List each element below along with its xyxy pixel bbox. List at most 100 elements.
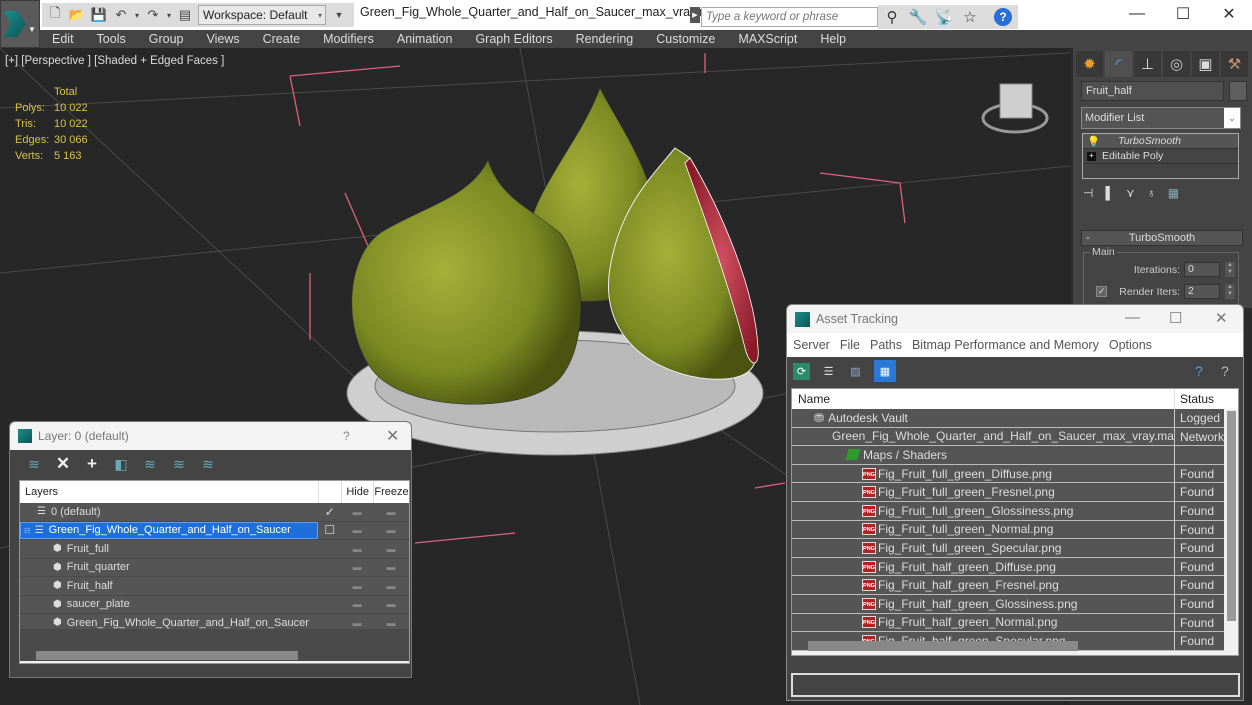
star-icon[interactable]: ☆: [960, 8, 980, 26]
horizontal-scrollbar[interactable]: [808, 641, 1078, 651]
binoculars-icon[interactable]: ⚲: [882, 8, 902, 26]
refresh-icon[interactable]: ⟳: [793, 362, 810, 380]
select-layer-icon[interactable]: ≋: [141, 456, 159, 473]
lightbulb-icon[interactable]: 💡: [1087, 135, 1100, 148]
new-layer-icon[interactable]: ≋: [25, 456, 43, 473]
configure-sets-icon[interactable]: ▦: [1168, 186, 1179, 200]
table-view-icon[interactable]: ▦: [874, 360, 896, 382]
menu-server[interactable]: Server: [793, 338, 830, 352]
key-icon[interactable]: 🔧: [908, 8, 928, 26]
object-row[interactable]: ⬢ Fruit_quarter ▬ ▬: [20, 559, 409, 577]
object-row[interactable]: ⬢ Fruit_full ▬ ▬: [20, 540, 409, 559]
hide-toggle[interactable]: ▬: [341, 507, 373, 517]
hide-toggle[interactable]: ▬: [341, 581, 373, 591]
object-row[interactable]: ⬢ saucer_plate ▬ ▬: [20, 596, 409, 614]
freeze-toggle[interactable]: ▬: [373, 618, 409, 628]
window-title-bar[interactable]: Layer: 0 (default) ? ✕: [10, 422, 411, 450]
view-cube[interactable]: [981, 83, 1049, 134]
current-checkbox-icon[interactable]: ☐: [318, 523, 341, 537]
tab-display[interactable]: ▣: [1192, 51, 1219, 77]
menu-bitmap-performance[interactable]: Bitmap Performance and Memory: [912, 338, 1099, 352]
column-status[interactable]: Status: [1174, 389, 1224, 409]
asset-row[interactable]: Green_Fig_Whole_Quarter_and_Half_on_Sauc…: [792, 427, 1224, 447]
object-row[interactable]: ⬢ Fruit_half ▬ ▬: [20, 577, 409, 596]
undo-dropdown-icon[interactable]: ▾: [134, 7, 140, 23]
maximize-button[interactable]: ☐: [1169, 309, 1182, 327]
save-icon[interactable]: 💾: [90, 7, 108, 23]
freeze-toggle[interactable]: ▬: [373, 525, 409, 535]
help-globe-icon[interactable]: ?: [1195, 363, 1203, 379]
redo-icon[interactable]: ↷: [144, 7, 162, 23]
list-view-icon[interactable]: ☰: [820, 363, 837, 380]
project-folder-icon[interactable]: ▤: [176, 7, 194, 23]
qat-customize-icon[interactable]: ▼: [330, 7, 348, 23]
search-input[interactable]: [701, 7, 878, 27]
show-end-result-icon[interactable]: ▌: [1105, 186, 1114, 200]
object-row[interactable]: ⬢ Green_Fig_Whole_Quarter_and_Half_on_Sau…: [20, 614, 409, 633]
freeze-toggle[interactable]: ▬: [373, 599, 409, 609]
horizontal-scrollbar[interactable]: [36, 651, 298, 660]
menu-maxscript[interactable]: MAXScript: [738, 32, 797, 46]
make-current-icon[interactable]: ≋: [170, 456, 188, 473]
layer-settings-icon[interactable]: ≋: [199, 456, 217, 473]
thumbnail-view-icon[interactable]: ▨: [847, 363, 864, 380]
tab-create[interactable]: ✹: [1076, 51, 1103, 77]
minimize-button[interactable]: —: [1114, 0, 1160, 28]
menu-tools[interactable]: Tools: [97, 32, 126, 46]
menu-views[interactable]: Views: [206, 32, 239, 46]
asset-row[interactable]: PNG Fig_Fruit_full_green_Glossiness.png Fo…: [792, 501, 1224, 521]
workspace-select[interactable]: Workspace: Default ▾: [198, 5, 326, 25]
expand-arrow-icon[interactable]: ▶: [690, 7, 700, 23]
render-iters-spinner[interactable]: ▲ ▼: [1225, 284, 1235, 299]
redo-dropdown-icon[interactable]: ▾: [166, 7, 172, 23]
help-button[interactable]: ?: [343, 429, 350, 443]
vertical-scrollbar[interactable]: [1227, 411, 1236, 621]
layer-row[interactable]: ☰ 0 (default) ✓ ▬ ▬: [20, 503, 409, 522]
maximize-button[interactable]: ☐: [1160, 0, 1206, 28]
help-icon[interactable]: ?: [994, 8, 1012, 26]
close-button[interactable]: ✕: [1215, 309, 1228, 327]
menu-rendering[interactable]: Rendering: [576, 32, 634, 46]
app-menu-button[interactable]: ▼: [0, 0, 40, 48]
menu-help[interactable]: Help: [820, 32, 846, 46]
pin-stack-icon[interactable]: ⊣: [1083, 186, 1093, 200]
menu-group[interactable]: Group: [149, 32, 184, 46]
close-button[interactable]: ✕: [1206, 0, 1252, 28]
select-objects-icon[interactable]: ◧: [112, 456, 130, 473]
window-title-bar[interactable]: Asset Tracking — ☐ ✕: [787, 305, 1243, 333]
make-unique-icon[interactable]: ⋎: [1126, 186, 1135, 200]
tab-utilities[interactable]: ⚒: [1221, 51, 1248, 77]
asset-row[interactable]: PNG Fig_Fruit_full_green_Diffuse.png Found: [792, 464, 1224, 484]
freeze-toggle[interactable]: ▬: [373, 544, 409, 554]
current-check-icon[interactable]: ✓: [318, 505, 341, 519]
tab-modify[interactable]: ◜: [1105, 51, 1132, 77]
hide-toggle[interactable]: ▬: [341, 525, 373, 535]
asset-row[interactable]: PNG Fig_Fruit_half_green_Glossiness.png Fo…: [792, 594, 1224, 614]
asset-row[interactable]: PNG Fig_Fruit_full_green_Fresnel.png Found: [792, 483, 1224, 502]
rollout-header[interactable]: - TurboSmooth: [1081, 230, 1243, 246]
asset-row[interactable]: PNG Fig_Fruit_half_green_Normal.png Found: [792, 613, 1224, 633]
new-file-icon[interactable]: 🗋: [46, 5, 64, 23]
expand-plus-icon[interactable]: +: [1087, 151, 1096, 161]
asset-row[interactable]: PNG Fig_Fruit_half_green_Diffuse.png Found: [792, 557, 1224, 577]
tab-hierarchy[interactable]: ⊥: [1134, 51, 1161, 77]
hide-toggle[interactable]: ▬: [341, 544, 373, 554]
object-name-field[interactable]: [1081, 81, 1224, 101]
menu-file[interactable]: File: [840, 338, 860, 352]
iterations-spinner[interactable]: ▲ ▼: [1225, 262, 1235, 277]
menu-customize[interactable]: Customize: [656, 32, 715, 46]
expand-icon[interactable]: ⊟: [24, 526, 31, 535]
column-name[interactable]: Name: [792, 392, 1174, 406]
menu-paths[interactable]: Paths: [870, 338, 902, 352]
freeze-toggle[interactable]: ▬: [373, 507, 409, 517]
hide-toggle[interactable]: ▬: [341, 562, 373, 572]
open-folder-icon[interactable]: 📂: [68, 7, 86, 23]
menu-graph-editors[interactable]: Graph Editors: [475, 32, 552, 46]
viewport-label[interactable]: [+] [Perspective ] [Shaded + Edged Faces…: [5, 55, 224, 67]
render-iters-checkbox[interactable]: ✓: [1096, 286, 1108, 297]
hide-toggle[interactable]: ▬: [341, 599, 373, 609]
modifier-list-dropdown[interactable]: Modifier List ⌄: [1081, 107, 1241, 129]
satellite-icon[interactable]: 📡: [934, 8, 954, 26]
column-freeze[interactable]: Freeze: [373, 481, 409, 503]
asset-row[interactable]: PNG Fig_Fruit_full_green_Normal.png Found: [792, 520, 1224, 540]
